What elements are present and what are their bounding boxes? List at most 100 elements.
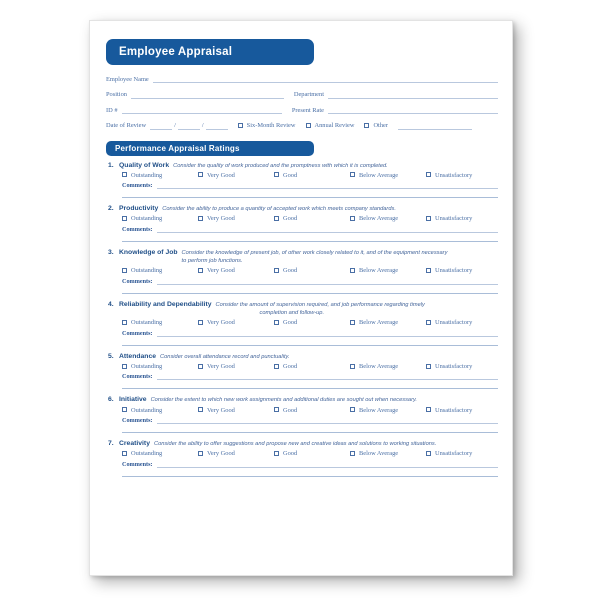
- date-day-input[interactable]: [177, 123, 200, 130]
- checkbox-icon[interactable]: [237, 122, 243, 128]
- checkbox-icon[interactable]: [274, 268, 279, 274]
- rating-option[interactable]: Very Good: [198, 267, 274, 274]
- id-number-input[interactable]: [121, 107, 282, 114]
- checkbox-icon[interactable]: [274, 320, 279, 326]
- checkbox-icon[interactable]: [122, 172, 127, 178]
- rating-option[interactable]: Below Average: [350, 267, 426, 274]
- checkbox-icon[interactable]: [426, 407, 431, 413]
- checkbox-icon[interactable]: [426, 363, 431, 369]
- present-rate-input[interactable]: [328, 107, 498, 114]
- rating-option[interactable]: Unsatisfactory: [426, 216, 472, 222]
- other-review-input[interactable]: [398, 123, 472, 130]
- rating-option[interactable]: Outstanding: [122, 363, 198, 370]
- date-month-input[interactable]: [150, 123, 173, 130]
- rating-option[interactable]: Very Good: [198, 172, 274, 179]
- checkbox-icon[interactable]: [274, 407, 279, 413]
- comments-input-line-1[interactable]: [156, 182, 498, 190]
- checkbox-icon[interactable]: [426, 320, 431, 326]
- comments-input-line-1[interactable]: [156, 226, 498, 233]
- rating-option[interactable]: Good: [274, 216, 350, 222]
- employee-name-input[interactable]: [152, 76, 498, 83]
- rating-option[interactable]: Very Good: [198, 407, 274, 414]
- rating-option[interactable]: Very Good: [198, 216, 274, 222]
- checkbox-icon[interactable]: [198, 407, 203, 413]
- rating-option[interactable]: Outstanding: [122, 450, 198, 457]
- checkbox-icon[interactable]: [426, 451, 431, 457]
- comments-input-line-2[interactable]: [122, 337, 498, 346]
- rating-option[interactable]: Unsatisfactory: [426, 363, 472, 370]
- comments-input-line-2[interactable]: [122, 424, 498, 434]
- checkbox-icon[interactable]: [198, 320, 203, 326]
- checkbox-icon[interactable]: [350, 216, 355, 222]
- comments-input-line-1[interactable]: [156, 461, 498, 468]
- comments-input-line-1[interactable]: [156, 278, 498, 285]
- rating-option[interactable]: Unsatisfactory: [426, 319, 472, 326]
- rating-option[interactable]: Below Average: [350, 319, 426, 326]
- annual-review-option[interactable]: Annual Review: [305, 122, 354, 129]
- checkbox-icon[interactable]: [122, 451, 127, 457]
- rating-option[interactable]: Below Average: [350, 216, 426, 222]
- rating-option[interactable]: Below Average: [350, 172, 426, 179]
- checkbox-icon[interactable]: [350, 451, 355, 457]
- rating-option[interactable]: Good: [274, 407, 350, 414]
- checkbox-icon[interactable]: [350, 172, 355, 178]
- comments-input-line-2[interactable]: [122, 233, 498, 242]
- rating-option[interactable]: Unsatisfactory: [426, 172, 472, 179]
- rating-option[interactable]: Good: [274, 363, 350, 370]
- checkbox-icon[interactable]: [122, 320, 127, 326]
- checkbox-icon[interactable]: [350, 363, 355, 369]
- rating-option[interactable]: Good: [274, 450, 350, 457]
- comments-input-line-2[interactable]: [122, 285, 498, 294]
- comments-input-line-1[interactable]: [156, 417, 498, 425]
- comments-input-line-2[interactable]: [122, 468, 498, 477]
- position-input[interactable]: [130, 92, 284, 99]
- checkbox-icon[interactable]: [426, 268, 431, 274]
- comments-input-line-1[interactable]: [156, 330, 498, 337]
- rating-option[interactable]: Below Average: [350, 363, 426, 370]
- comments-input-line-2[interactable]: [122, 189, 498, 199]
- checkbox-icon[interactable]: [122, 407, 127, 413]
- checkbox-icon[interactable]: [274, 451, 279, 457]
- rating-option[interactable]: Good: [274, 267, 350, 274]
- checkbox-icon[interactable]: [364, 122, 370, 128]
- checkbox-icon[interactable]: [198, 216, 203, 222]
- checkbox-icon[interactable]: [198, 451, 203, 457]
- rating-option[interactable]: Outstanding: [122, 267, 198, 274]
- rating-option[interactable]: Unsatisfactory: [426, 407, 472, 414]
- rating-option[interactable]: Very Good: [198, 319, 274, 326]
- checkbox-icon[interactable]: [198, 268, 203, 274]
- rating-option[interactable]: Outstanding: [122, 407, 198, 414]
- rating-option[interactable]: Below Average: [350, 450, 426, 457]
- comments-input-line-1[interactable]: [156, 373, 498, 381]
- rating-option[interactable]: Very Good: [198, 450, 274, 457]
- other-review-option[interactable]: Other: [364, 122, 388, 129]
- rating-option[interactable]: Outstanding: [122, 216, 198, 222]
- checkbox-icon[interactable]: [122, 216, 127, 222]
- checkbox-icon[interactable]: [426, 172, 431, 178]
- rating-option[interactable]: Very Good: [198, 363, 274, 370]
- checkbox-icon[interactable]: [274, 216, 279, 222]
- checkbox-icon[interactable]: [122, 268, 127, 274]
- checkbox-icon[interactable]: [274, 172, 279, 178]
- rating-option-label: Outstanding: [131, 319, 163, 327]
- checkbox-icon[interactable]: [198, 172, 203, 178]
- checkbox-icon[interactable]: [350, 320, 355, 326]
- rating-option[interactable]: Good: [274, 172, 350, 179]
- rating-option[interactable]: Unsatisfactory: [426, 267, 472, 274]
- department-input[interactable]: [328, 92, 498, 99]
- checkbox-icon[interactable]: [350, 268, 355, 274]
- checkbox-icon[interactable]: [274, 363, 279, 369]
- rating-option[interactable]: Below Average: [350, 407, 426, 414]
- checkbox-icon[interactable]: [426, 216, 431, 222]
- date-year-input[interactable]: [205, 123, 228, 130]
- six-month-review-option[interactable]: Six-Month Review: [237, 122, 296, 129]
- rating-option[interactable]: Outstanding: [122, 172, 198, 179]
- rating-option[interactable]: Outstanding: [122, 319, 198, 327]
- checkbox-icon[interactable]: [350, 407, 355, 413]
- rating-option[interactable]: Good: [274, 319, 350, 326]
- checkbox-icon[interactable]: [305, 122, 311, 128]
- checkbox-icon[interactable]: [122, 363, 127, 369]
- checkbox-icon[interactable]: [198, 363, 203, 369]
- comments-input-line-2[interactable]: [122, 380, 498, 390]
- rating-option[interactable]: Unsatisfactory: [426, 450, 472, 457]
